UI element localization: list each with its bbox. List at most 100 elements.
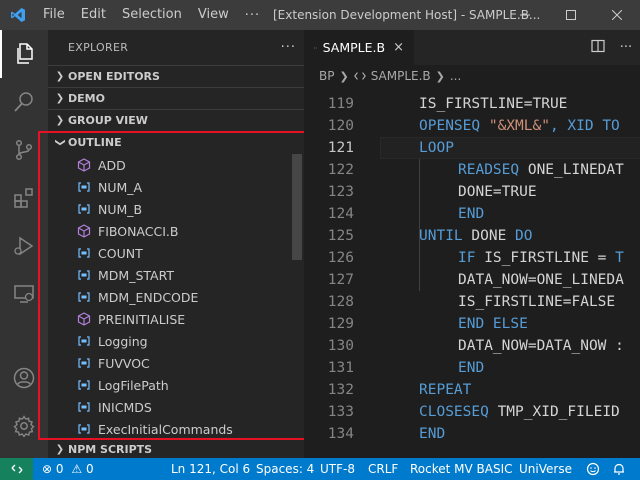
code-text: END — [419, 423, 445, 445]
section-demo[interactable]: ❯ DEMO — [48, 87, 304, 109]
outline-item[interactable]: NUM_B — [48, 198, 304, 220]
code-token: CLOSESEQ — [419, 404, 489, 420]
line-number: 119 — [327, 96, 354, 112]
line-number: 121 — [327, 140, 354, 156]
problems-indicator[interactable]: ⊗ 0 ⚠ 0 — [42, 458, 94, 480]
more-actions-icon[interactable]: ··· — [281, 40, 296, 55]
code-text: IS_FIRSTLINE=TRUE — [419, 93, 567, 115]
outline-item[interactable]: LogFilePath — [48, 374, 304, 396]
outline-item[interactable]: MDM_ENDCODE — [48, 286, 304, 308]
section-npm-scripts[interactable]: ❯ NPM SCRIPTS — [48, 438, 304, 458]
encoding[interactable]: UTF-8 — [320, 458, 355, 480]
outline-item[interactable]: INICMDS — [48, 396, 304, 418]
code-text: LOOP — [419, 137, 454, 159]
outline-item[interactable]: FUVVOC — [48, 352, 304, 374]
notifications-bell-icon[interactable] — [612, 458, 626, 480]
language-mode[interactable]: Rocket MV BASIC — [410, 458, 513, 480]
line-number: 125 — [327, 228, 354, 244]
menu-view[interactable]: View — [190, 0, 237, 30]
sidebar-header: EXPLORER ··· — [48, 30, 304, 65]
outline-item-label: NUM_B — [98, 201, 143, 217]
code-token: DATA_NOW=ONE_LINEDA — [458, 272, 624, 288]
section-label: OUTLINE — [68, 136, 122, 149]
section-open-editors[interactable]: ❯ OPEN EDITORS — [48, 65, 304, 87]
outline-item[interactable]: ExecInitialCommands — [48, 418, 304, 440]
outline-item-label: ExecInitialCommands — [98, 421, 233, 437]
file-code-icon — [314, 46, 317, 49]
variable-icon — [76, 245, 92, 261]
code-token: END — [419, 426, 446, 442]
line-number: 122 — [327, 162, 354, 178]
run-debug-icon[interactable] — [0, 222, 48, 270]
maximize-icon — [566, 10, 576, 20]
code-line: 120 OPENSEQ "&XML&", XID TO — [304, 115, 640, 137]
source-control-icon[interactable] — [0, 126, 48, 174]
tab-sample-b[interactable]: SAMPLE.B × — [304, 30, 414, 65]
outline-item[interactable]: ADD — [48, 154, 304, 176]
variable-icon — [76, 289, 92, 305]
close-icon — [612, 10, 622, 20]
remote-explorer-icon[interactable] — [0, 270, 48, 318]
close-tab-icon[interactable]: × — [393, 40, 404, 55]
cursor-position[interactable]: Ln 121, Col 6 — [171, 458, 250, 480]
breadcrumb-file[interactable]: SAMPLE.B — [371, 69, 431, 83]
line-number: 130 — [327, 338, 354, 354]
remote-indicator-icon[interactable] — [0, 458, 33, 480]
settings-gear-icon[interactable] — [0, 402, 48, 450]
code-line: 121 LOOP — [304, 137, 640, 159]
outline-item[interactable]: MDM_START — [48, 264, 304, 286]
code-text: UNTIL DONE DO — [419, 225, 533, 247]
code-text: OPENSEQ "&XML&", XID TO — [419, 115, 620, 137]
section-group-view[interactable]: ❯ GROUP VIEW — [48, 109, 304, 131]
chevron-right-icon: ❯ — [55, 115, 65, 126]
menu-selection[interactable]: Selection — [114, 0, 190, 30]
code-text: DONE=TRUE — [458, 181, 537, 203]
breadcrumb-folder[interactable]: BP — [319, 69, 334, 83]
extensions-icon[interactable] — [0, 174, 48, 222]
code-token: END — [458, 206, 485, 222]
editor-more-icon[interactable]: ··· — [612, 40, 640, 55]
indentation[interactable]: Spaces: 4 — [256, 458, 314, 480]
breadcrumb-symbol[interactable]: ... — [450, 69, 461, 83]
outline-item[interactable]: PREINITIALISE — [48, 308, 304, 330]
section-outline[interactable]: ❯ OUTLINE — [48, 131, 304, 153]
code-token: END ELSE — [458, 316, 528, 332]
maximize-button[interactable] — [548, 0, 594, 30]
menu-edit[interactable]: Edit — [73, 0, 114, 30]
outline-item-label: PREINITIALISE — [98, 311, 186, 327]
code-text: DATA_NOW=DATA_NOW : — [458, 335, 624, 357]
file-code-icon — [353, 72, 366, 80]
outline-item[interactable]: COUNT — [48, 242, 304, 264]
explorer-icon[interactable] — [0, 30, 48, 78]
code-text: READSEQ ONE_LINEDAT — [458, 159, 624, 181]
accounts-icon[interactable] — [0, 354, 48, 402]
feedback-icon[interactable] — [586, 458, 600, 480]
end-of-line[interactable]: CRLF — [368, 458, 398, 480]
split-editor-icon[interactable] — [584, 39, 612, 57]
code-line: 129 END ELSE — [304, 313, 640, 335]
variable-icon — [76, 377, 92, 393]
close-window-button[interactable] — [594, 0, 640, 30]
search-icon[interactable] — [0, 78, 48, 126]
code-editor[interactable]: 119 IS_FIRSTLINE=TRUE 120 OPENSEQ "&XML&", … — [304, 93, 640, 445]
menu-file[interactable]: File — [35, 0, 73, 30]
outline-item[interactable]: NUM_A — [48, 176, 304, 198]
universe-indicator[interactable]: UniVerse — [519, 458, 572, 480]
line-number: 124 — [327, 206, 354, 222]
method-icon — [76, 311, 92, 327]
code-token: ONE_LINEDAT — [519, 162, 624, 178]
outline-item[interactable]: Logging — [48, 330, 304, 352]
outline-item-label: LogFilePath — [98, 377, 169, 393]
tab-bar: SAMPLE.B × ··· — [304, 30, 640, 65]
menu-more-icon[interactable]: ··· — [237, 8, 268, 23]
minimize-button[interactable] — [502, 0, 548, 30]
outline-item-label: Logging — [98, 333, 148, 349]
code-line: 134 END — [304, 423, 640, 445]
outline-scrollbar[interactable] — [292, 154, 302, 260]
chevron-right-icon: ❯ — [55, 444, 65, 455]
code-line: 131 END — [304, 357, 640, 379]
outline-item[interactable]: FIBONACCI.B — [48, 220, 304, 242]
line-number: 131 — [327, 360, 354, 376]
variable-icon — [76, 201, 92, 217]
code-token: TMP_XID_FILEID — [488, 404, 620, 420]
